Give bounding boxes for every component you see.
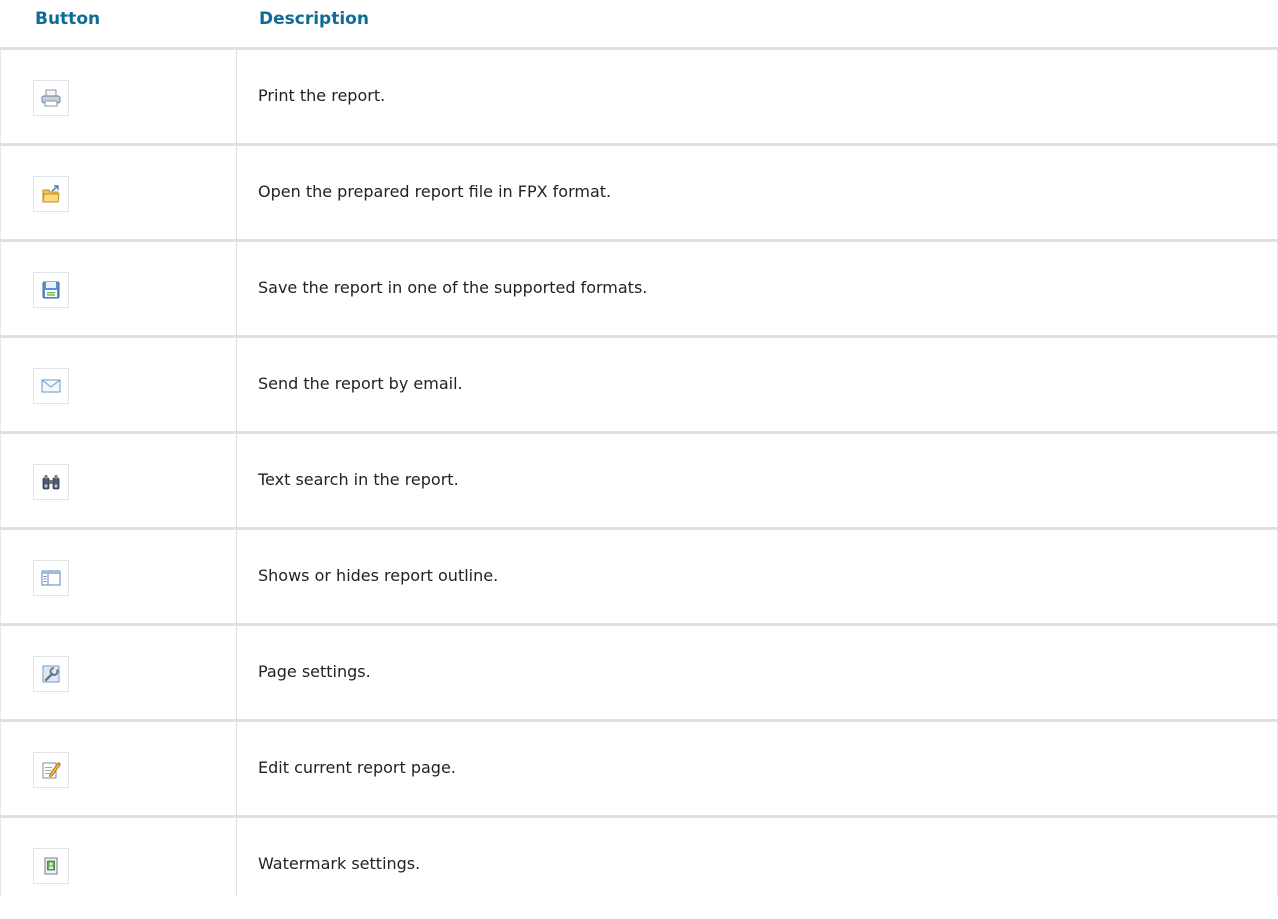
- buttons-table: Button Description Print the report. Ope…: [0, 0, 1278, 896]
- row-description: Page settings.: [258, 662, 371, 681]
- email-icon: [40, 378, 62, 394]
- outline-icon: [40, 568, 62, 588]
- table-row: Send the report by email.: [0, 338, 1278, 434]
- row-description: Edit current report page.: [258, 758, 456, 777]
- row-description: Open the prepared report file in FPX for…: [258, 182, 612, 201]
- printer-icon: [40, 88, 62, 108]
- table-row: Shows or hides report outline.: [0, 530, 1278, 626]
- binoculars-icon: [40, 472, 62, 492]
- table-row: Open the prepared report file in FPX for…: [0, 146, 1278, 242]
- save-icon: [40, 279, 62, 301]
- row-description: Watermark settings.: [258, 854, 421, 873]
- table-body: Print the report. Open the prepared repo…: [0, 50, 1278, 896]
- table-row: Print the report.: [0, 50, 1278, 146]
- row-description: Print the report.: [258, 86, 386, 105]
- email-button[interactable]: [33, 368, 69, 404]
- edit-page-button[interactable]: [33, 752, 69, 788]
- print-button[interactable]: [33, 80, 69, 116]
- table-row: Text search in the report.: [0, 434, 1278, 530]
- open-folder-icon: [40, 183, 62, 205]
- table-row: Edit current report page.: [0, 722, 1278, 818]
- search-button[interactable]: [33, 464, 69, 500]
- table-row: Watermark settings.: [0, 818, 1278, 896]
- page-settings-button[interactable]: [33, 656, 69, 692]
- column-header-description: Description: [259, 9, 369, 29]
- save-button[interactable]: [33, 272, 69, 308]
- row-description: Save the report in one of the supported …: [258, 278, 648, 297]
- outline-button[interactable]: [33, 560, 69, 596]
- table-row: Save the report in one of the supported …: [0, 242, 1278, 338]
- edit-page-icon: [40, 759, 62, 781]
- watermark-icon: [40, 855, 62, 877]
- row-description: Text search in the report.: [258, 470, 459, 489]
- table-header: Button Description: [0, 0, 1278, 50]
- page-settings-icon: [40, 663, 62, 685]
- table-row: Page settings.: [0, 626, 1278, 722]
- watermark-button[interactable]: [33, 848, 69, 884]
- open-button[interactable]: [33, 176, 69, 212]
- column-header-button: Button: [35, 9, 101, 29]
- row-description: Send the report by email.: [258, 374, 463, 393]
- row-description: Shows or hides report outline.: [258, 566, 499, 585]
